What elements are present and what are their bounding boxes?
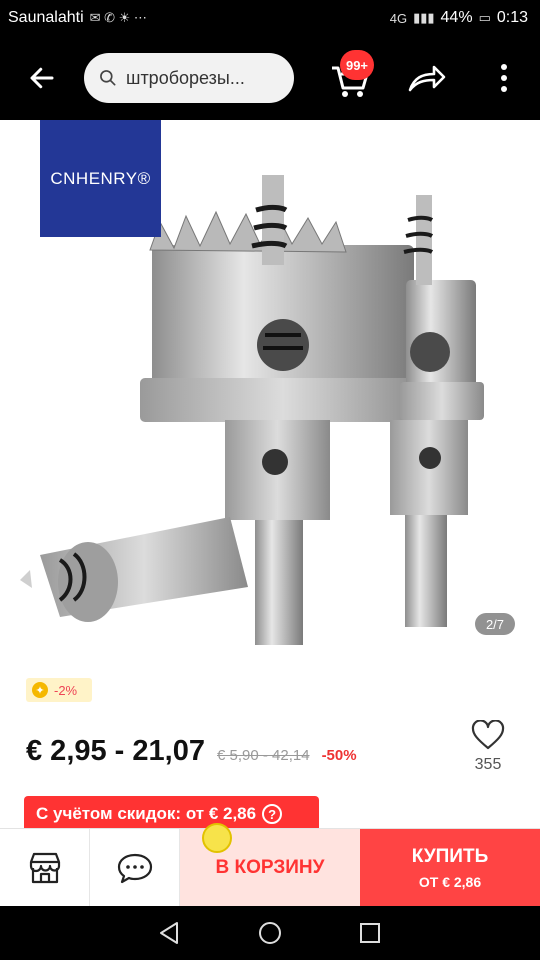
search-text: штроборезы... xyxy=(126,67,245,88)
status-bar: Saunalahti ✉ ✆ ☀ ⋯ 4G ▮▮▮ 44% ▭ 0:13 xyxy=(0,0,540,36)
search-input[interactable]: штроборезы... xyxy=(84,53,294,103)
search-icon xyxy=(100,70,116,86)
coin-icon: ✦ xyxy=(32,682,48,698)
back-arrow-icon xyxy=(30,67,54,89)
old-price: € 5,90 - 42,14 xyxy=(216,747,310,764)
notification-icons: ✉ ✆ ☀ ⋯ xyxy=(89,10,147,25)
buy-now-button[interactable]: КУПИТЬ ОТ € 2,86 xyxy=(360,829,540,907)
coin-icon xyxy=(202,823,232,853)
image-counter: 2/7 xyxy=(475,613,515,635)
add-to-cart-label: В КОРЗИНУ xyxy=(215,857,325,878)
nav-back-icon[interactable] xyxy=(157,920,183,946)
battery-label: 44% xyxy=(440,9,473,26)
nav-home-icon[interactable] xyxy=(257,920,283,946)
carrier-label: Saunalahti xyxy=(8,9,84,26)
wishlist-count: 355 xyxy=(474,756,502,773)
buy-now-label: КУПИТЬ xyxy=(411,846,489,867)
share-button[interactable] xyxy=(404,58,448,98)
network-label: 4G xyxy=(389,10,408,26)
back-button[interactable] xyxy=(0,36,84,120)
share-icon xyxy=(408,65,446,92)
discount-chip: ✦ -2% xyxy=(26,678,92,702)
more-button[interactable] xyxy=(490,58,518,98)
system-nav-bar xyxy=(0,906,540,960)
heart-icon xyxy=(471,720,505,750)
nav-recents-icon[interactable] xyxy=(357,920,383,946)
store-icon xyxy=(29,852,60,884)
signal-icon: ▮▮▮ xyxy=(413,10,435,25)
coupon-banner[interactable]: С учётом скидок: от € 2,86 ? xyxy=(24,796,319,832)
battery-icon: ▭ xyxy=(478,10,491,25)
add-to-cart-button[interactable]: В КОРЗИНУ xyxy=(180,823,360,907)
product-gallery[interactable]: CNHENRY® 2/7 xyxy=(0,120,540,660)
coupon-text: С учётом скидок: от € 2,86 xyxy=(36,804,257,823)
bottom-bar: В КОРЗИНУ КУПИТЬ ОТ € 2,86 xyxy=(0,823,540,907)
buy-now-price: ОТ € 2,86 xyxy=(418,874,482,890)
chat-button[interactable] xyxy=(90,829,180,907)
discount-chip-label: -2% xyxy=(54,682,78,698)
clock: 0:13 xyxy=(496,9,528,26)
brand-logo: CNHENRY® xyxy=(40,120,161,237)
chat-icon xyxy=(117,853,152,884)
store-button[interactable] xyxy=(0,829,90,907)
help-icon[interactable]: ? xyxy=(262,804,283,824)
more-icon xyxy=(501,64,507,92)
discount-percent: -50% xyxy=(321,747,357,764)
app-bar: штроборезы... 99+ xyxy=(0,36,540,120)
cart-badge: 99+ xyxy=(340,50,374,80)
price: € 2,95 - 21,07 xyxy=(26,735,205,767)
wishlist-button[interactable]: 355 xyxy=(464,720,512,784)
price-row: € 2,95 - 21,07 € 5,90 - 42,14 -50% xyxy=(26,735,357,768)
